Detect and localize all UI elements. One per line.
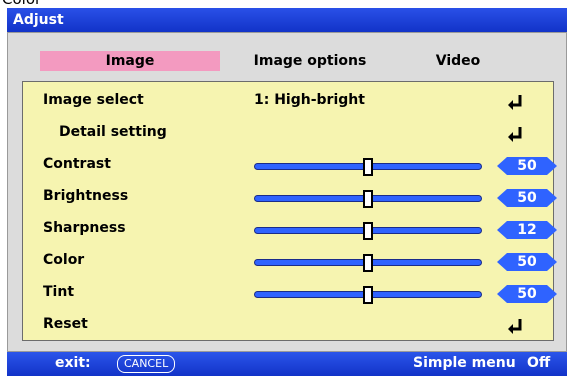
image-select-value: 1: High-bright — [254, 92, 365, 108]
cancel-key-badge[interactable]: CANCEL — [117, 355, 176, 373]
row-image-select[interactable]: Image select 1: High-bright — [23, 88, 553, 116]
contrast-value: 50 — [517, 158, 537, 174]
row-sharpness[interactable]: Sharpness 12 — [23, 216, 557, 244]
simple-menu-label: Simple menu — [413, 355, 516, 371]
sharpness-value: 12 — [517, 222, 537, 238]
settings-list: Image select 1: High-bright Detail setti… — [22, 81, 557, 341]
enter-arrow-icon[interactable] — [505, 94, 525, 110]
row-reset[interactable]: Reset — [23, 312, 553, 340]
brightness-value-badge: 50 — [497, 189, 557, 207]
status-bar: exit: CANCEL Simple menu Off — [7, 352, 567, 376]
slider-thumb[interactable] — [363, 254, 373, 272]
sharpness-value-badge: 12 — [497, 221, 557, 239]
contrast-label: Contrast — [43, 156, 111, 172]
sharpness-slider[interactable] — [254, 222, 482, 240]
tint-label: Tint — [43, 284, 75, 300]
row-brightness[interactable]: Brightness 50 — [23, 184, 557, 212]
slider-thumb[interactable] — [363, 190, 373, 208]
tint-value: 50 — [517, 286, 537, 302]
adjust-panel: Image Image options Video Image select 1… — [7, 32, 567, 352]
color-value: 50 — [517, 254, 537, 270]
sharpness-label: Sharpness — [43, 220, 126, 236]
brightness-slider[interactable] — [254, 190, 482, 208]
tint-slider[interactable] — [254, 286, 482, 304]
brightness-label: Brightness — [43, 188, 129, 204]
image-select-label: Image select — [43, 92, 144, 108]
window-title: Adjust — [13, 12, 64, 28]
reset-label: Reset — [43, 316, 88, 332]
detail-setting-label: Detail setting — [59, 124, 167, 140]
exit-label: exit: — [55, 355, 91, 371]
slider-thumb[interactable] — [363, 286, 373, 304]
contrast-value-badge: 50 — [497, 157, 557, 175]
brightness-value: 50 — [517, 190, 537, 206]
enter-arrow-icon[interactable] — [505, 126, 525, 142]
slider-thumb[interactable] — [363, 158, 373, 176]
row-color[interactable]: Color 50 — [23, 248, 557, 276]
tab-bar: Image Image options Video — [8, 33, 566, 73]
tab-image[interactable]: Image — [40, 51, 220, 71]
row-tint[interactable]: Tint 50 — [23, 280, 557, 308]
color-value-badge: 50 — [497, 253, 557, 271]
window-title-bar: Adjust — [7, 8, 567, 32]
row-contrast[interactable]: Contrast 50 — [23, 152, 557, 180]
top-label-color: Color — [2, 0, 41, 8]
color-label: Color — [43, 252, 85, 268]
simple-menu-value[interactable]: Off — [527, 355, 550, 371]
tab-video[interactable]: Video — [398, 51, 518, 71]
row-detail-setting[interactable]: Detail setting — [23, 120, 553, 148]
color-slider[interactable] — [254, 254, 482, 272]
tint-value-badge: 50 — [497, 285, 557, 303]
slider-thumb[interactable] — [363, 222, 373, 240]
contrast-slider[interactable] — [254, 158, 482, 176]
tab-image-options[interactable]: Image options — [240, 51, 380, 71]
enter-arrow-icon[interactable] — [505, 318, 525, 334]
